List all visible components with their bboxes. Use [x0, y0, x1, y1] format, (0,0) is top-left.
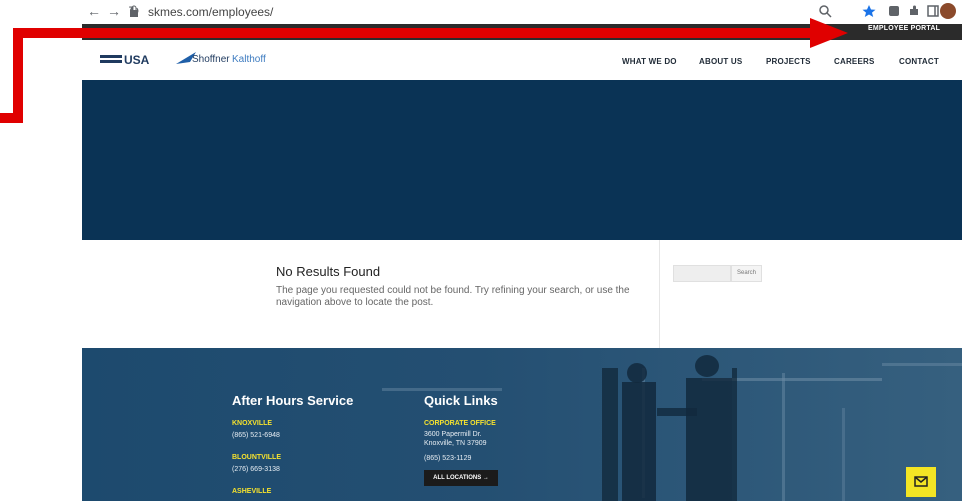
logo-mark: USA — [100, 53, 150, 67]
contact-mail-button[interactable] — [906, 467, 936, 497]
nav-projects[interactable]: PROJECTS — [766, 57, 811, 66]
site-footer — [82, 348, 962, 501]
logo-swoosh: Shoffner Kalthoff — [176, 52, 266, 65]
sidebar-divider — [659, 240, 660, 348]
back-icon[interactable]: ← — [86, 3, 102, 19]
svg-text:Shoffner: Shoffner — [192, 54, 230, 65]
footer-city-knoxville: KNOXVILLE — [232, 420, 273, 427]
footer-corporate-address-1: 3600 Papermill Dr. — [424, 431, 482, 438]
zoom-icon[interactable] — [818, 4, 832, 18]
nav-what-we-do[interactable]: WHAT WE DO — [622, 57, 677, 66]
puzzle-icon[interactable] — [907, 4, 921, 18]
footer-city-blountville: BLOUNTVILLE — [232, 454, 281, 461]
bookmark-star-icon[interactable] — [862, 4, 876, 18]
extension-icon[interactable] — [887, 4, 901, 18]
footer-city-asheville: ASHEVILLE — [232, 488, 272, 495]
annotation-arrow-stem — [13, 28, 23, 123]
svg-text:Kalthoff: Kalthoff — [232, 54, 266, 65]
sidepanel-icon[interactable] — [926, 4, 940, 18]
logo-shoffner-kalthoff[interactable]: Shoffner Kalthoff — [176, 50, 266, 68]
lock-icon — [130, 5, 138, 17]
footer-corporate-address-2: Knoxville, TN 37909 — [424, 440, 487, 447]
nav-about-us[interactable]: ABOUT US — [699, 57, 742, 66]
page-message: The page you requested could not be foun… — [276, 285, 630, 308]
footer-phone-blountville[interactable]: (276) 669-3138 — [232, 465, 280, 474]
all-locations-button[interactable]: ALL LOCATIONS → — [424, 470, 498, 486]
logo-comfort-systems[interactable]: USA — [100, 52, 170, 67]
footer-quick-links-title: Quick Links — [424, 393, 498, 408]
hero-banner — [82, 80, 962, 240]
footer-phone-knoxville[interactable]: (865) 521-6948 — [232, 431, 280, 440]
footer-corporate-label: CORPORATE OFFICE — [424, 420, 496, 427]
nav-contact[interactable]: CONTACT — [899, 57, 939, 66]
annotation-arrow-shaft — [13, 28, 813, 38]
search-button[interactable]: Search — [731, 265, 762, 282]
mail-icon — [914, 476, 928, 487]
search-input[interactable] — [673, 265, 731, 282]
annotation-arrow-head — [810, 18, 848, 48]
employee-portal-link[interactable]: EMPLOYEE PORTAL — [868, 25, 940, 32]
svg-text:USA: USA — [124, 53, 150, 66]
construction-background — [382, 355, 962, 501]
footer-corporate-phone[interactable]: (865) 523-1129 — [424, 454, 471, 463]
forward-icon[interactable]: → — [106, 3, 122, 19]
avatar[interactable] — [940, 3, 956, 19]
address-bar[interactable]: skmes.com/employees/ — [148, 5, 273, 19]
page-title: No Results Found — [276, 264, 381, 279]
footer-after-hours-title: After Hours Service — [232, 393, 354, 408]
annotation-arrow-tail — [0, 113, 23, 123]
nav-careers[interactable]: CAREERS — [834, 57, 875, 66]
